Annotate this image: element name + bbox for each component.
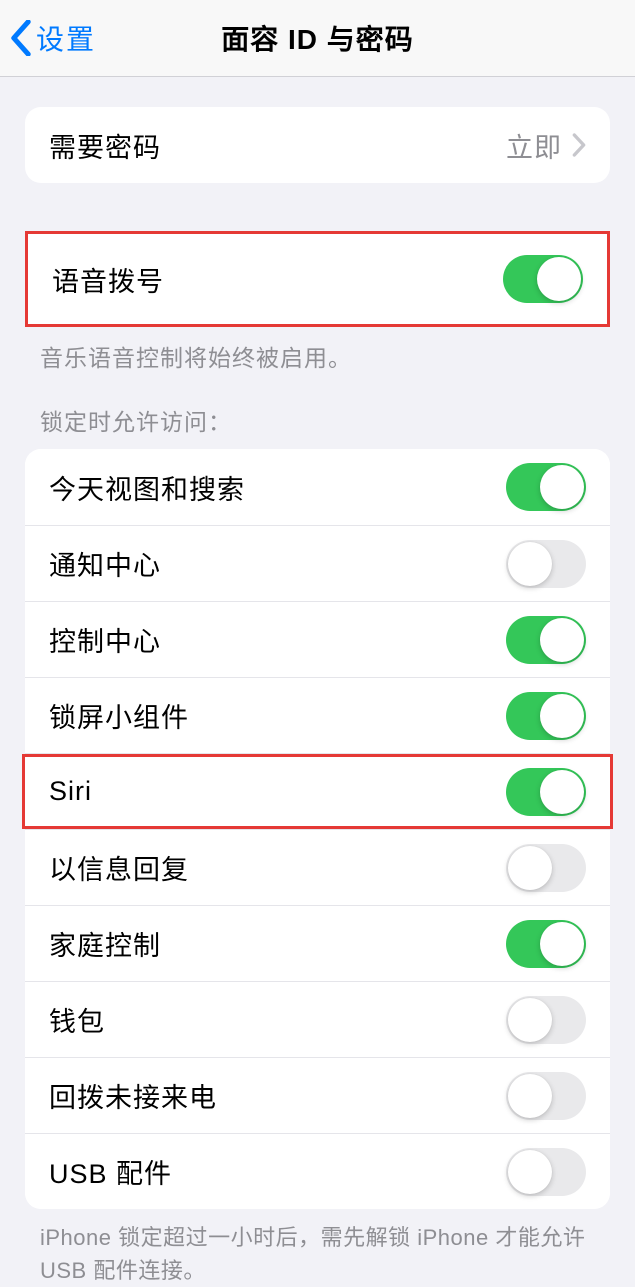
today-view-label: 今天视图和搜索 <box>49 468 245 507</box>
voice-dial-footer: 音乐语音控制将始终被启用。 <box>0 327 635 373</box>
wallet-row: 钱包 <box>25 981 610 1057</box>
lock-widgets-switch[interactable] <box>506 692 586 740</box>
voice-dial-row: 语音拨号 <box>28 234 607 324</box>
lock-widgets-row: 锁屏小组件 <box>25 677 610 753</box>
chevron-right-icon <box>572 133 586 157</box>
usb-switch[interactable] <box>506 1148 586 1196</box>
siri-switch[interactable] <box>506 768 586 816</box>
back-label: 设置 <box>36 18 96 58</box>
siri-label: Siri <box>49 776 92 807</box>
require-passcode-value: 立即 <box>506 126 562 165</box>
home-control-switch[interactable] <box>506 920 586 968</box>
chevron-left-icon <box>10 20 32 56</box>
callback-switch[interactable] <box>506 1072 586 1120</box>
require-passcode-label: 需要密码 <box>49 126 161 165</box>
usb-footer: iPhone 锁定超过一小时后，需先解锁 iPhone 才能允许 USB 配件连… <box>0 1209 635 1287</box>
lock-widgets-label: 锁屏小组件 <box>49 696 189 735</box>
today-view-row: 今天视图和搜索 <box>25 449 610 525</box>
voice-dial-switch[interactable] <box>503 255 583 303</box>
siri-row: Siri <box>25 753 610 829</box>
notification-center-row: 通知中心 <box>25 525 610 601</box>
callback-label: 回拨未接来电 <box>49 1076 217 1115</box>
back-button[interactable]: 设置 <box>0 18 96 58</box>
usb-label: USB 配件 <box>49 1152 172 1191</box>
navigation-bar: 设置 面容 ID 与密码 <box>0 0 635 77</box>
reply-message-label: 以信息回复 <box>49 848 189 887</box>
today-view-switch[interactable] <box>506 463 586 511</box>
reply-message-row: 以信息回复 <box>25 829 610 905</box>
require-passcode-row[interactable]: 需要密码 立即 <box>25 107 610 183</box>
control-center-label: 控制中心 <box>49 620 161 659</box>
usb-row: USB 配件 <box>25 1133 610 1209</box>
control-center-row: 控制中心 <box>25 601 610 677</box>
lock-access-header: 锁定时允许访问： <box>0 373 635 449</box>
wallet-switch[interactable] <box>506 996 586 1044</box>
page-title: 面容 ID 与密码 <box>221 18 414 58</box>
voice-dial-label: 语音拨号 <box>52 260 164 299</box>
reply-message-switch[interactable] <box>506 844 586 892</box>
notification-center-switch[interactable] <box>506 540 586 588</box>
home-control-label: 家庭控制 <box>49 924 161 963</box>
home-control-row: 家庭控制 <box>25 905 610 981</box>
wallet-label: 钱包 <box>49 1000 105 1039</box>
notification-center-label: 通知中心 <box>49 544 161 583</box>
callback-row: 回拨未接来电 <box>25 1057 610 1133</box>
control-center-switch[interactable] <box>506 616 586 664</box>
